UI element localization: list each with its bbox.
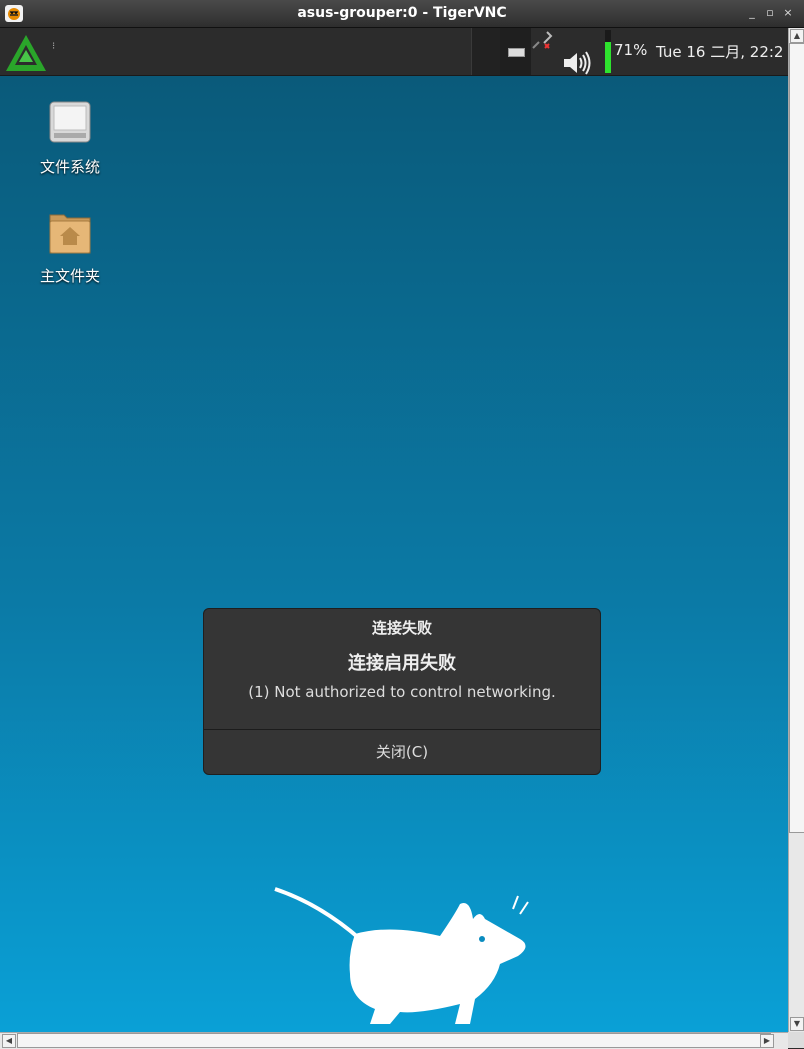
dialog-message: (1) Not authorized to control networking… [248,683,556,701]
window-icon[interactable] [500,28,531,75]
desktop-icon-label: 文件系统 [39,158,100,176]
scroll-right-icon[interactable]: ▶ [760,1034,774,1048]
window-title: asus-grouper:0 - TigerVNC [297,5,507,21]
desktop-icon-filesystem[interactable]: 文件系统 [20,100,120,177]
battery-fill [605,42,611,73]
app-menu-icon[interactable] [4,33,48,73]
battery-percent[interactable]: 71% [614,41,647,59]
vertical-scroll-thumb[interactable] [789,43,804,833]
desktop: 文件系统 主文件夹 连接失败 连接启用失败 (1) Not authorized… [0,76,788,1032]
battery-bar[interactable] [605,30,611,73]
scroll-up-icon[interactable]: ▲ [790,29,804,43]
dialog-title: 连接失败 [371,619,432,637]
maximize-icon[interactable]: ▫ [762,6,778,20]
desktop-icon-home[interactable]: 主文件夹 [20,209,120,286]
panel-handle[interactable]: ⁝ [52,42,55,52]
horizontal-scroll-thumb[interactable] [17,1033,771,1048]
connection-failed-dialog: 连接失败 连接启用失败 (1) Not authorized to contro… [203,608,601,775]
vnc-titlebar: asus-grouper:0 - TigerVNC _ ▫ × [0,0,804,28]
scrollbar-corner [788,1032,804,1048]
drive-icon [20,100,120,150]
dialog-heading: 连接启用失败 [348,653,456,674]
horizontal-scrollbar[interactable]: ◀ ▶ [0,1032,788,1049]
close-button[interactable]: 关闭(C) [204,730,600,774]
close-icon[interactable]: × [780,6,796,20]
panel-separator [471,28,500,75]
scroll-down-icon[interactable]: ▼ [790,1017,804,1031]
xfce-mouse-wallpaper [270,884,540,1032]
clock[interactable]: Tue 16 二月, 22:2 [656,41,783,62]
home-folder-icon [20,209,120,259]
network-disconnected-icon[interactable] [531,30,557,54]
top-panel: ⁝ 71% Tue 16 二月, 22:2 [0,28,788,76]
desktop-icon-label: 主文件夹 [39,267,100,285]
scroll-left-icon[interactable]: ◀ [2,1034,16,1048]
vertical-scrollbar[interactable]: ▲ ▼ [788,28,804,1032]
minimize-icon[interactable]: _ [744,6,760,20]
